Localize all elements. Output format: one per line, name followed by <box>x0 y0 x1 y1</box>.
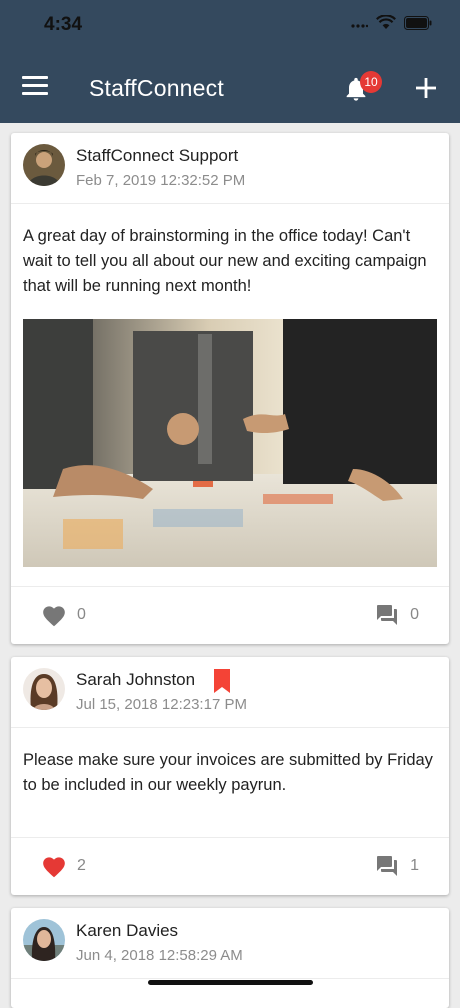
post-card: StaffConnect Support Feb 7, 2019 12:32:5… <box>11 133 449 644</box>
post-image[interactable] <box>23 319 437 567</box>
post-date: Jul 15, 2018 12:23:17 PM <box>76 696 247 713</box>
wifi-icon <box>376 15 396 29</box>
toolbar: StaffConnect 10 <box>0 60 460 116</box>
post-card: Karen Davies Jun 4, 2018 12:58:29 AM <box>11 908 449 1008</box>
like-button[interactable]: 2 <box>41 854 86 878</box>
notification-badge: 10 <box>360 71 382 93</box>
comment-count: 1 <box>410 857 419 874</box>
post-text: A great day of brainstorming in the offi… <box>23 227 427 295</box>
comment-icon <box>377 605 398 625</box>
post-card: Sarah Johnston Jul 15, 2018 12:23:17 PM … <box>11 657 449 895</box>
post-header: Karen Davies Jun 4, 2018 12:58:29 AM <box>11 908 449 979</box>
post-header: StaffConnect Support Feb 7, 2019 12:32:5… <box>11 133 449 204</box>
bookmark-icon <box>214 669 230 693</box>
post-footer: 0 0 <box>11 586 449 644</box>
avatar[interactable] <box>23 144 65 186</box>
like-count: 2 <box>77 857 86 874</box>
comment-button[interactable]: 0 <box>374 603 419 627</box>
signal-icon <box>351 23 368 28</box>
post-text: Please make sure your invoices are submi… <box>23 751 433 794</box>
comment-count: 0 <box>410 606 419 623</box>
app-title: StaffConnect <box>89 75 224 101</box>
like-count: 0 <box>77 606 86 623</box>
comment-icon <box>377 856 398 876</box>
avatar[interactable] <box>23 919 65 961</box>
menu-button[interactable] <box>22 76 48 98</box>
app-header: 4:34 StaffConnect 10 <box>0 0 460 123</box>
post-footer: 2 1 <box>11 837 449 895</box>
avatar[interactable] <box>23 668 65 710</box>
post-author[interactable]: StaffConnect Support <box>76 146 238 166</box>
bookmark-button[interactable] <box>212 669 232 693</box>
status-bar: 4:34 <box>0 0 460 50</box>
post-date: Feb 7, 2019 12:32:52 PM <box>76 172 246 189</box>
post-date: Jun 4, 2018 12:58:29 AM <box>76 947 243 964</box>
comment-button[interactable]: 1 <box>374 854 419 878</box>
post-author[interactable]: Sarah Johnston <box>76 670 195 690</box>
status-time: 4:34 <box>44 14 83 35</box>
post-header: Sarah Johnston Jul 15, 2018 12:23:17 PM <box>11 657 449 728</box>
post-author[interactable]: Karen Davies <box>76 921 178 941</box>
home-indicator <box>148 980 313 985</box>
add-post-button[interactable] <box>412 74 440 102</box>
battery-icon <box>404 15 432 30</box>
plus-icon <box>416 78 436 98</box>
like-button[interactable]: 0 <box>41 603 86 627</box>
status-icons <box>350 15 432 30</box>
heart-icon <box>43 606 65 627</box>
menu-icon <box>22 76 48 79</box>
heart-icon <box>43 857 65 878</box>
